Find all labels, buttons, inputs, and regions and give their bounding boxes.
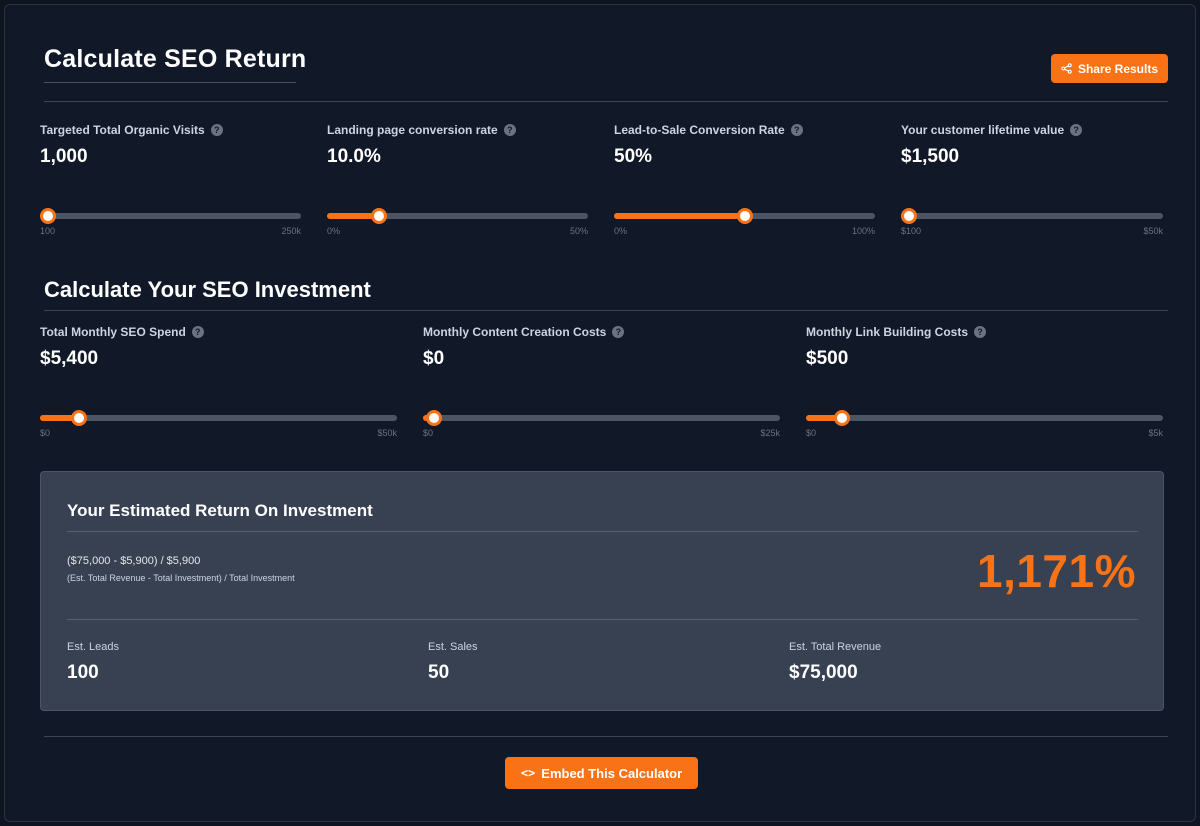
slider-content-costs: Monthly Content Creation Costs ? $0 $0 $… [423,325,780,438]
range-min: $0 [806,428,817,438]
code-icon: <> [520,766,536,780]
range-max: $50k [1143,226,1163,236]
share-results-button[interactable]: Share Results [1051,54,1168,83]
slider-thumb[interactable] [39,208,56,224]
range-max: $50k [377,428,397,438]
slider-thumb[interactable] [736,208,753,224]
range-min: 0% [327,226,341,236]
help-icon[interactable]: ? [612,326,625,338]
divider [44,310,1168,311]
field-label: Landing page conversion rate [327,123,498,137]
slider-thumb[interactable] [833,410,850,426]
slider-track[interactable] [614,208,875,224]
slider-track[interactable] [423,410,780,426]
embed-calculator-label: Embed This Calculator [541,765,683,781]
calculator-panel: Calculate SEO Return Share Results Targe… [4,4,1196,822]
help-icon[interactable]: ? [974,326,986,338]
slider-monthly-seo-spend: Total Monthly SEO Spend ? $5,400 $0 $50k [40,325,397,438]
divider [44,101,1168,102]
slider-thumb[interactable] [70,410,87,426]
roi-formula: ($75,000 - $5,900) / $5,900 [67,555,201,567]
page-title: Calculate SEO Return [44,45,307,73]
roi-percentage: 1,171% [976,545,1136,597]
slider-thumb[interactable] [371,208,388,224]
field-label: Total Monthly SEO Spend [40,325,186,339]
slider-track[interactable] [900,208,1163,224]
roi-card-title: Your Estimated Return On Investment [67,501,373,520]
slider-fill [614,213,745,219]
help-icon[interactable]: ? [503,124,516,136]
field-value: $500 [806,348,849,369]
stat-label-leads: Est. Leads [67,641,119,653]
range-max: $25k [760,428,780,438]
range-min: $0 [40,428,51,438]
slider-lifetime-value: Your customer lifetime value ? $1,500 $1… [900,123,1163,236]
section-title-investment: Calculate Your SEO Investment [44,277,371,302]
slider-track[interactable] [39,208,301,224]
range-min: 0% [614,226,628,236]
field-label: Lead-to-Sale Conversion Rate [614,123,785,137]
embed-calculator-button[interactable]: <> Embed This Calculator [505,757,698,789]
help-icon[interactable]: ? [790,124,803,136]
slider-organic-visits: Targeted Total Organic Visits ? 1,000 10… [39,123,301,236]
help-icon[interactable]: ? [1070,124,1083,136]
field-value: $5,400 [40,348,99,369]
range-min: $100 [901,226,922,236]
stat-label-sales: Est. Sales [428,641,478,653]
field-label: Monthly Link Building Costs [806,325,968,339]
slider-lead-to-sale: Lead-to-Sale Conversion Rate ? 50% 0% 10… [614,123,875,236]
share-results-label: Share Results [1077,61,1159,76]
slider-track[interactable] [806,410,1163,426]
field-label: Your customer lifetime value [901,123,1065,137]
range-max: 250k [281,226,301,236]
field-value: 1,000 [40,146,88,167]
stat-value-revenue: $75,000 [789,662,858,683]
field-value: 10.0% [327,146,381,167]
slider-thumb[interactable] [425,410,442,426]
field-value: $0 [423,348,445,369]
slider-thumb[interactable] [900,208,917,224]
stat-value-sales: 50 [428,662,450,683]
range-max: 100% [851,226,875,236]
range-min: 100 [40,226,56,236]
slider-landing-conversion: Landing page conversion rate ? 10.0% 0% … [327,123,588,236]
range-max: $5k [1148,428,1163,438]
help-icon[interactable]: ? [210,124,223,136]
field-value: $1,500 [901,146,960,167]
roi-result-card: Your Estimated Return On Investment ($75… [40,471,1164,711]
field-label: Targeted Total Organic Visits [40,123,205,137]
divider [67,619,1138,620]
share-icon [1061,63,1072,74]
stat-value-leads: 100 [67,662,99,683]
divider [67,531,1138,532]
slider-link-building-costs: Monthly Link Building Costs ? $500 $0 $5… [806,325,1163,438]
range-max: 50% [569,226,588,236]
title-underline [44,82,296,83]
range-min: $0 [423,428,434,438]
field-label: Monthly Content Creation Costs [423,325,607,339]
help-icon[interactable]: ? [191,326,204,338]
field-value: 50% [614,146,653,167]
slider-track[interactable] [327,208,588,224]
stat-label-revenue: Est. Total Revenue [789,641,882,653]
slider-track[interactable] [40,410,397,426]
roi-formula-description: (Est. Total Revenue - Total Investment) … [67,573,295,583]
divider [44,736,1168,737]
